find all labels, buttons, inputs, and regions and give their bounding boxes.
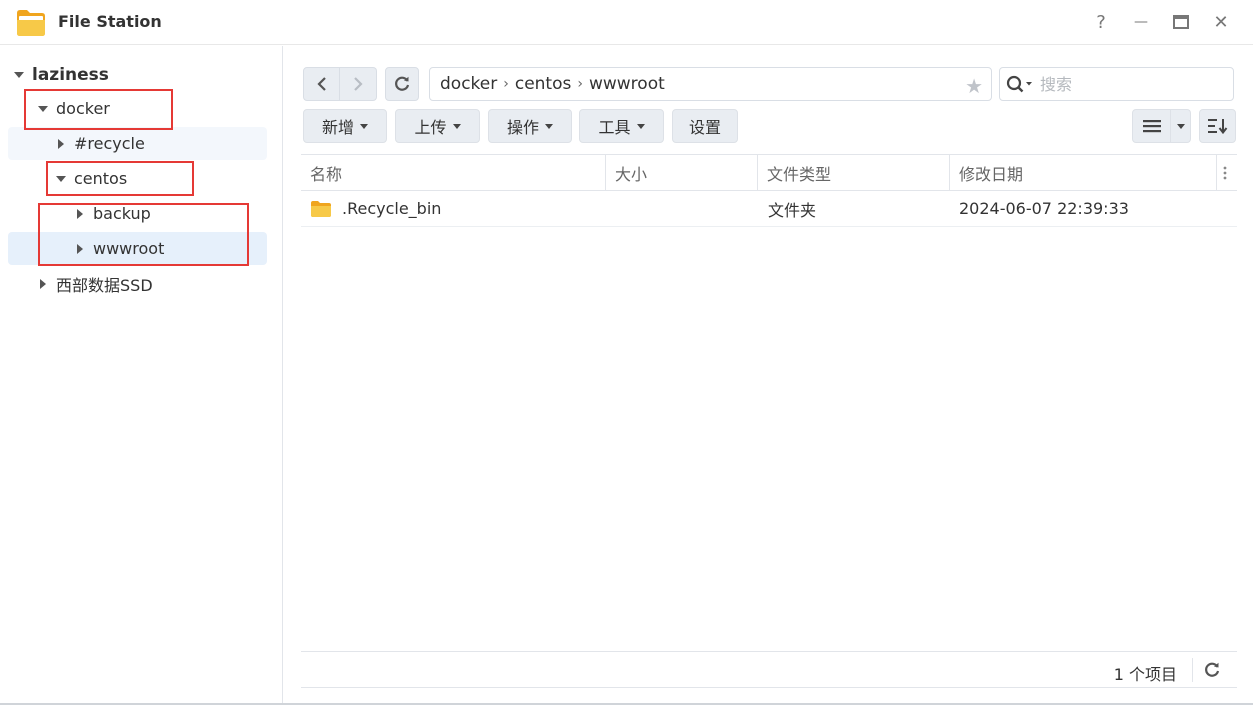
- tree-item-label: wwwroot: [93, 239, 165, 258]
- table-header: 名称 大小 文件类型 修改日期: [301, 154, 1237, 191]
- tree-item-docker[interactable]: docker: [8, 92, 267, 125]
- upload-button[interactable]: 上传: [395, 109, 480, 143]
- maximize-button[interactable]: [1168, 10, 1194, 34]
- close-button[interactable]: ✕: [1208, 10, 1234, 34]
- sidebar-tree: laziness docker #recycle centos backup w…: [0, 46, 283, 705]
- sort-button[interactable]: [1199, 109, 1236, 143]
- folder-icon: [311, 200, 331, 217]
- tree-item-label: centos: [74, 169, 128, 188]
- sort-icon: [1207, 119, 1227, 134]
- file-table: 名称 大小 文件类型 修改日期 .Recycle_bin 文件夹 2024-06…: [301, 154, 1237, 227]
- view-mode-dropdown[interactable]: [1171, 109, 1191, 143]
- expand-arrow-icon[interactable]: [36, 102, 50, 116]
- collapse-arrow-icon[interactable]: [73, 207, 87, 221]
- collapse-arrow-icon[interactable]: [73, 242, 87, 256]
- minimize-button[interactable]: —: [1128, 10, 1154, 34]
- file-name: .Recycle_bin: [342, 199, 442, 218]
- main-panel: docker › centos › wwwroot ★ 新增 上传 操作 工具 …: [284, 46, 1253, 705]
- caret-down-icon: [545, 123, 553, 129]
- favorite-star-icon[interactable]: ★: [965, 74, 983, 98]
- tree-item-label: docker: [56, 99, 110, 118]
- search-icon: [1006, 75, 1032, 93]
- column-header-size[interactable]: 大小: [606, 155, 758, 191]
- column-menu-icon[interactable]: [1213, 155, 1237, 191]
- list-view-button[interactable]: [1132, 109, 1171, 143]
- column-header-type[interactable]: 文件类型: [758, 155, 950, 191]
- path-bar[interactable]: docker › centos › wwwroot ★: [429, 67, 992, 101]
- file-station-window: File Station ? — ✕ laziness docker #recy…: [0, 0, 1253, 705]
- status-footer: 1 个项目: [301, 651, 1237, 688]
- forward-button[interactable]: [340, 67, 377, 101]
- path-segment-centos[interactable]: centos: [515, 74, 572, 94]
- search-box: [999, 67, 1234, 101]
- expand-arrow-icon[interactable]: [54, 172, 68, 186]
- back-button[interactable]: [303, 67, 340, 101]
- collapse-arrow-icon[interactable]: [54, 137, 68, 151]
- chevron-left-icon: [316, 77, 326, 91]
- file-station-app-icon: [17, 10, 45, 36]
- refresh-icon: [1205, 662, 1220, 677]
- file-modified-cell: 2024-06-07 22:39:33: [959, 199, 1129, 218]
- caret-down-icon: [1176, 123, 1185, 129]
- path-segment-docker[interactable]: docker: [440, 74, 497, 94]
- action-button-label: 操作: [506, 118, 539, 137]
- caret-down-icon: [636, 123, 645, 129]
- history-nav: [303, 67, 378, 101]
- search-input[interactable]: [1040, 74, 1220, 94]
- maximize-icon: [1173, 15, 1189, 29]
- path-separator: ›: [503, 76, 509, 92]
- expand-arrow-icon[interactable]: [12, 68, 26, 82]
- path-segment-wwwroot[interactable]: wwwroot: [589, 74, 665, 94]
- tree-item-wwwroot[interactable]: wwwroot: [8, 232, 267, 265]
- caret-down-icon: [360, 123, 368, 129]
- table-row[interactable]: .Recycle_bin 文件夹 2024-06-07 22:39:33: [301, 191, 1237, 227]
- refresh-button[interactable]: [385, 67, 419, 101]
- tree-item-recycle[interactable]: #recycle: [8, 127, 267, 160]
- item-count: 1 个项目: [1113, 665, 1177, 684]
- new-button[interactable]: 新增: [303, 109, 387, 143]
- tools-button[interactable]: 工具: [579, 109, 664, 143]
- tree-item-label: backup: [93, 204, 151, 223]
- tree-root-laziness[interactable]: laziness: [12, 58, 271, 91]
- file-name-cell: .Recycle_bin: [310, 191, 441, 226]
- column-header-name[interactable]: 名称: [301, 155, 606, 191]
- settings-button-label: 设置: [688, 118, 721, 137]
- tree-item-label: 西部数据SSD: [56, 275, 153, 295]
- refresh-icon: [395, 76, 410, 91]
- upload-button-label: 上传: [414, 118, 447, 137]
- tree-item-label: #recycle: [74, 134, 145, 153]
- caret-down-icon: [452, 123, 461, 129]
- column-header-modified[interactable]: 修改日期: [950, 155, 1217, 191]
- view-mode-group: [1132, 109, 1191, 143]
- file-type-cell: 文件夹: [768, 200, 817, 220]
- path-separator: ›: [577, 76, 583, 92]
- tree-item-centos[interactable]: centos: [8, 162, 267, 195]
- title-bar: File Station ? — ✕: [0, 0, 1253, 45]
- settings-button[interactable]: 设置: [672, 109, 738, 143]
- tree-item-backup[interactable]: backup: [8, 197, 267, 230]
- list-view-icon: [1142, 120, 1161, 133]
- action-button[interactable]: 操作: [488, 109, 572, 143]
- footer-divider: [1192, 658, 1193, 682]
- app-title: File Station: [58, 12, 162, 31]
- collapse-arrow-icon[interactable]: [36, 277, 50, 291]
- help-button[interactable]: ?: [1088, 10, 1114, 34]
- chevron-right-icon: [354, 77, 363, 91]
- tree-root-label: laziness: [32, 64, 109, 85]
- new-button-label: 新增: [321, 118, 354, 137]
- footer-refresh-button[interactable]: [1201, 659, 1223, 681]
- search-options-button[interactable]: [1000, 67, 1040, 101]
- tree-item-wd-ssd[interactable]: 西部数据SSD: [8, 267, 267, 300]
- tools-button-label: 工具: [598, 118, 631, 137]
